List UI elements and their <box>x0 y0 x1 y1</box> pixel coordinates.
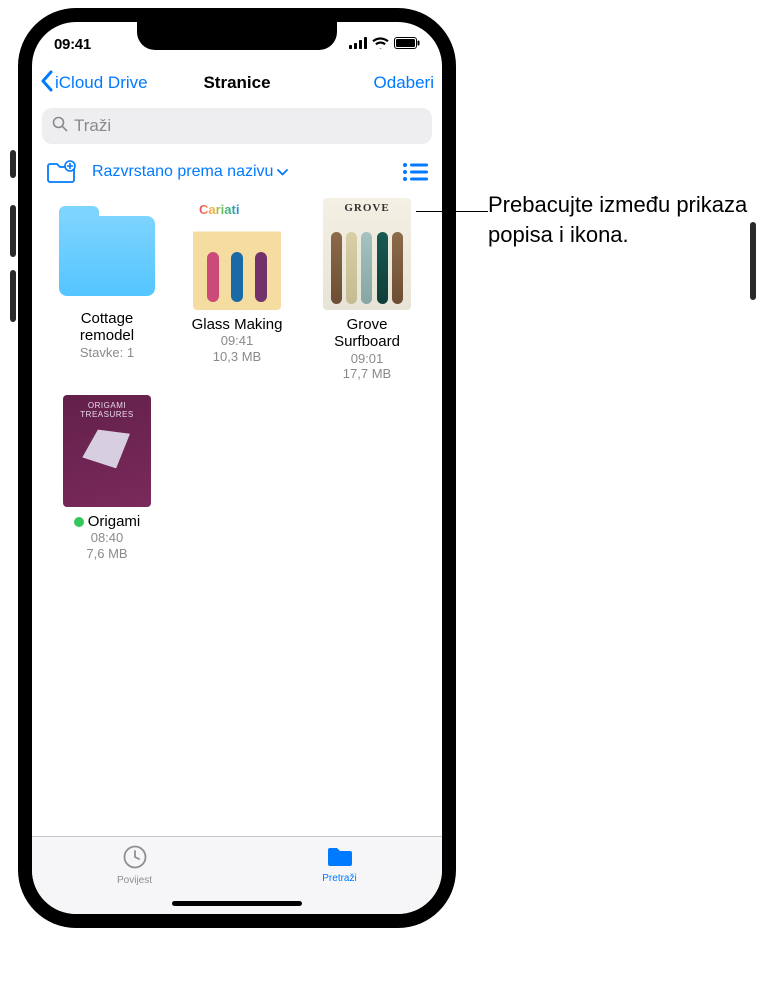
sort-button[interactable]: Razvrstano prema nazivu <box>92 163 288 181</box>
phone-notch <box>137 22 337 50</box>
item-size: 17,7 MB <box>343 366 391 381</box>
tab-label: Povijest <box>117 875 152 886</box>
item-time: 09:41 <box>221 333 254 349</box>
item-name: Origami <box>88 513 141 530</box>
chevron-down-icon <box>277 163 288 181</box>
phone-mute-switch <box>10 150 16 178</box>
document-thumbnail <box>193 198 281 310</box>
document-item[interactable]: Glass Making09:4110,3 MB <box>176 198 298 381</box>
item-name: Grove Surfboard <box>312 316 422 351</box>
phone-volume-up <box>10 205 16 257</box>
document-thumbnail <box>323 198 411 310</box>
search-placeholder: Traži <box>74 116 111 136</box>
back-label: iCloud Drive <box>55 73 148 93</box>
item-subtitle: Stavke: 1 <box>80 345 134 361</box>
cellular-icon <box>349 36 367 53</box>
folder-item[interactable]: Cottage remodelStavke: 1 <box>46 198 168 381</box>
battery-icon <box>394 36 420 53</box>
callout-text: Prebacujte između prikaza popisa i ikona… <box>488 190 758 249</box>
phone-volume-down <box>10 270 16 322</box>
chevron-left-icon <box>40 70 53 97</box>
item-name: Cottage remodel <box>52 310 162 345</box>
back-button[interactable]: iCloud Drive <box>40 70 148 97</box>
item-size: 7,6 MB <box>86 546 127 561</box>
item-size: 10,3 MB <box>213 349 261 364</box>
select-button[interactable]: Odaberi <box>374 73 434 93</box>
document-thumbnail: ORIGAMITREASURES <box>63 395 151 507</box>
sort-label: Razvrstano prema nazivu <box>92 163 273 181</box>
search-field[interactable]: Traži <box>42 108 432 144</box>
clock-icon <box>122 844 148 873</box>
tab-label: Pretraži <box>322 873 356 884</box>
item-time: 09:01 <box>351 351 384 367</box>
item-time: 08:40 <box>91 530 124 546</box>
folder-icon <box>59 216 155 296</box>
item-name: Glass Making <box>192 316 283 333</box>
items-grid: Cottage remodelStavke: 1Glass Making09:4… <box>32 194 442 575</box>
phone-frame: 09:41 <box>18 8 456 928</box>
document-item[interactable]: ORIGAMITREASURES Origami08:407,6 MB <box>46 395 168 561</box>
search-icon <box>52 116 68 137</box>
home-indicator <box>172 901 302 906</box>
phone-screen: 09:41 <box>32 22 442 914</box>
status-badge <box>74 517 84 527</box>
document-item[interactable]: Grove Surfboard09:0117,7 MB <box>306 198 428 381</box>
folder-icon <box>326 844 354 871</box>
wifi-icon <box>372 36 389 53</box>
toolbar: Razvrstano prema nazivu <box>32 154 442 194</box>
new-folder-button[interactable] <box>46 160 76 184</box>
view-mode-button[interactable] <box>402 162 428 182</box>
callout-line <box>416 211 488 212</box>
status-time: 09:41 <box>54 36 91 53</box>
nav-bar: iCloud Drive Stranice Odaberi <box>32 66 442 104</box>
